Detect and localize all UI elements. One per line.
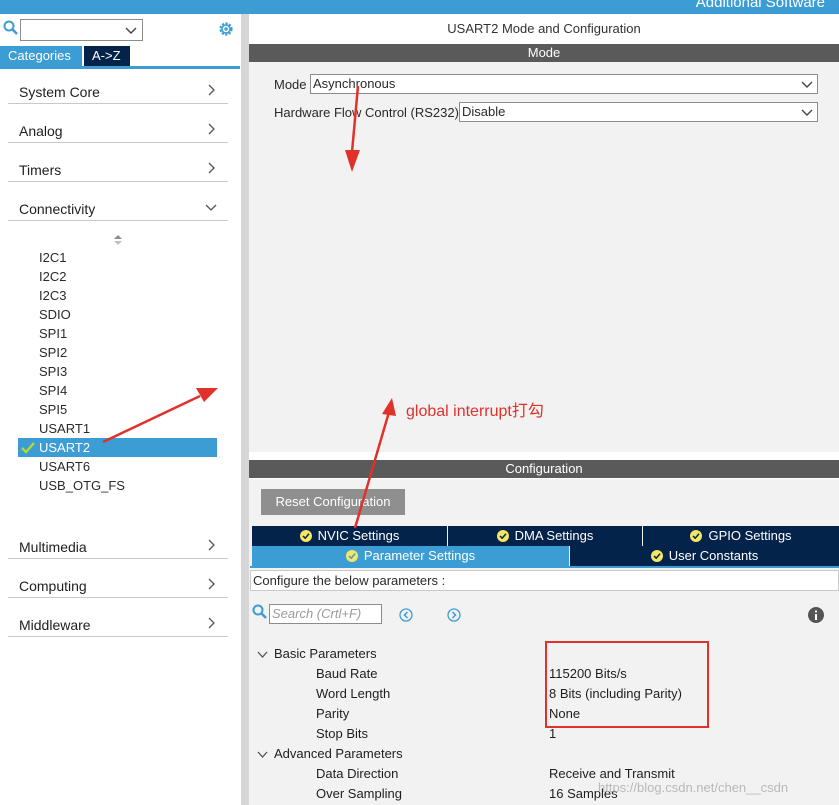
annotation-arrow [353, 398, 396, 529]
annotation-arrow [102, 388, 218, 444]
annotation-arrows [102, 85, 396, 529]
annotation-arrow [345, 85, 360, 172]
